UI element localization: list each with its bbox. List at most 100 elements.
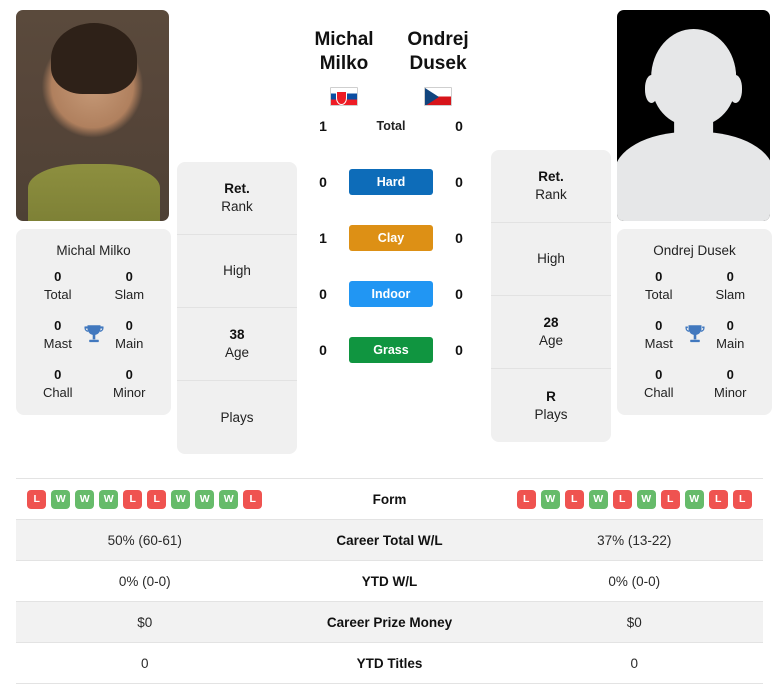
right-chall-titles: 0 Chall xyxy=(623,366,695,401)
left-slam-label: Slam xyxy=(114,286,145,302)
left-score-grass: 0 xyxy=(319,341,327,358)
form-badge[interactable]: L xyxy=(660,489,680,509)
surface-row-hard: 0 Hard 0 xyxy=(297,168,485,196)
right-rank-column: Ret. Rank High 28 Age R Plays xyxy=(491,10,611,454)
left-age-label: Age xyxy=(224,345,250,360)
left-plays-cell: Plays xyxy=(177,381,297,454)
surface-label-clay[interactable]: Clay xyxy=(349,224,433,251)
form-badge[interactable]: W xyxy=(195,489,215,509)
left-stat-value: 0 xyxy=(140,655,149,671)
form-badge[interactable]: L xyxy=(243,489,263,509)
left-score-indoor: 0 xyxy=(319,285,327,302)
table-row: 0 YTD Titles 0 xyxy=(16,643,763,684)
row-label: YTD W/L xyxy=(361,573,418,589)
form-badge[interactable]: L xyxy=(27,489,47,509)
form-badge[interactable]: L xyxy=(708,489,728,509)
right-titles-card: Ondrej Dusek 0 Total 0 Slam 0 Mast 0 Mai… xyxy=(617,229,772,416)
form-badge[interactable]: L xyxy=(612,489,632,509)
right-form-strip: LWLWLWLWLL xyxy=(506,489,764,509)
left-score-clay: 1 xyxy=(319,229,327,246)
table-row: $0 Career Prize Money $0 xyxy=(16,602,763,643)
left-score-hard: 0 xyxy=(319,173,327,190)
left-chall-titles: 0 Chall xyxy=(22,366,94,401)
right-age-value: 28 xyxy=(543,315,559,331)
right-rank-value: Ret. xyxy=(538,169,564,185)
form-badge[interactable]: W xyxy=(684,489,704,509)
surface-label-grass[interactable]: Grass xyxy=(349,336,433,363)
surface-row-clay: 1 Clay 0 xyxy=(297,224,485,252)
form-badge[interactable]: W xyxy=(51,489,71,509)
left-minor-label: Minor xyxy=(112,384,146,400)
left-minor-value: 0 xyxy=(125,367,133,383)
form-badge[interactable]: L xyxy=(147,489,167,509)
right-titles-grid: 0 Total 0 Slam 0 Mast 0 Main 0 Chall 0 M… xyxy=(623,268,766,401)
form-badge[interactable]: L xyxy=(732,489,752,509)
form-badge[interactable]: W xyxy=(219,489,239,509)
left-age-cell: 38 Age xyxy=(177,308,297,381)
right-score-clay: 0 xyxy=(455,229,463,246)
left-plays-label: Plays xyxy=(220,409,254,425)
surface-label-hard[interactable]: Hard xyxy=(349,168,433,195)
right-high-cell: High xyxy=(491,223,611,296)
row-label: Career Prize Money xyxy=(326,614,453,630)
surface-row-grass: 0 Grass 0 xyxy=(297,336,485,364)
left-slam-value: 0 xyxy=(125,269,133,284)
right-score-hard: 0 xyxy=(455,173,463,190)
row-label: Career Total W/L xyxy=(336,532,443,548)
left-high-cell: High xyxy=(177,235,297,308)
right-slam-value: 0 xyxy=(726,269,734,284)
row-label-form: Form xyxy=(372,491,407,507)
left-chall-value: 0 xyxy=(54,367,62,383)
form-badge[interactable]: L xyxy=(123,489,143,509)
left-player-column: Michal Milko 0 Total 0 Slam 0 Mast 0 Mai… xyxy=(16,10,171,454)
form-badge[interactable]: W xyxy=(636,489,656,509)
right-plays-value: R xyxy=(546,388,556,404)
player-comparison-page: Michal Milko 0 Total 0 Slam 0 Mast 0 Mai… xyxy=(0,0,779,699)
form-badge[interactable]: L xyxy=(564,489,584,509)
left-chall-label: Chall xyxy=(42,384,73,400)
right-rank-card: Ret. Rank High 28 Age R Plays xyxy=(491,150,611,442)
left-high-label: High xyxy=(223,263,251,279)
table-row-form: L W W W L L W W W L Form L W L W L W L W L L xyxy=(16,479,763,520)
left-player-title[interactable]: Michal Milko xyxy=(297,28,391,77)
left-form-strip: LWWWLLWWWL xyxy=(16,489,274,509)
form-badge[interactable]: W xyxy=(540,489,560,509)
right-rank-label: Rank xyxy=(535,187,567,202)
right-slam-titles: 0 Slam xyxy=(695,268,767,303)
left-rank-value: Ret. xyxy=(224,181,250,197)
surface-label-total: Total xyxy=(376,118,406,133)
left-score-total: 1 xyxy=(319,117,327,134)
right-minor-label: Minor xyxy=(713,384,747,400)
right-stat-value: $0 xyxy=(626,614,642,630)
left-total-titles: 0 Total xyxy=(22,268,94,303)
trophy-icon xyxy=(83,324,104,342)
surface-label-indoor[interactable]: Indoor xyxy=(349,280,433,307)
form-badge[interactable]: L xyxy=(516,489,536,509)
left-slam-titles: 0 Slam xyxy=(94,268,166,303)
right-plays-label: Plays xyxy=(534,406,568,422)
right-score-indoor: 0 xyxy=(455,285,463,302)
left-titles-grid: 0 Total 0 Slam 0 Mast 0 Main 0 Chall 0 M… xyxy=(22,268,165,401)
form-badge[interactable]: W xyxy=(99,489,119,509)
left-rank-card: Ret. Rank High 38 Age Plays xyxy=(177,162,297,454)
left-rank-column: Ret. Rank High 38 Age Plays xyxy=(177,10,297,454)
right-minor-value: 0 xyxy=(726,367,734,383)
right-stat-value: 0% (0-0) xyxy=(608,573,661,589)
player-photo-image xyxy=(16,10,169,221)
slovakia-flag-icon xyxy=(330,86,358,106)
form-badge[interactable]: W xyxy=(75,489,95,509)
left-stat-value: 50% (60-61) xyxy=(107,532,182,548)
right-plays-cell: R Plays xyxy=(491,369,611,442)
right-chall-label: Chall xyxy=(643,384,674,400)
left-rank-label: Rank xyxy=(221,199,253,214)
table-row: 0% (0-0) YTD W/L 0% (0-0) xyxy=(16,561,763,602)
surface-h2h-list: 1 Total 0 0 Hard 0 1 Clay 0 0 Indoor 0 0 Grass 0 xyxy=(297,112,485,364)
right-player-head: Ondrej Dusek xyxy=(391,10,485,106)
right-player-column: Ondrej Dusek 0 Total 0 Slam 0 Mast 0 Mai… xyxy=(617,10,772,454)
left-stat-value: $0 xyxy=(137,614,153,630)
left-form-cell: LWWWLLWWWL xyxy=(16,489,274,509)
right-total-value: 0 xyxy=(655,269,663,284)
right-player-title[interactable]: Ondrej Dusek xyxy=(391,28,485,77)
form-badge[interactable]: W xyxy=(588,489,608,509)
form-badge[interactable]: W xyxy=(171,489,191,509)
